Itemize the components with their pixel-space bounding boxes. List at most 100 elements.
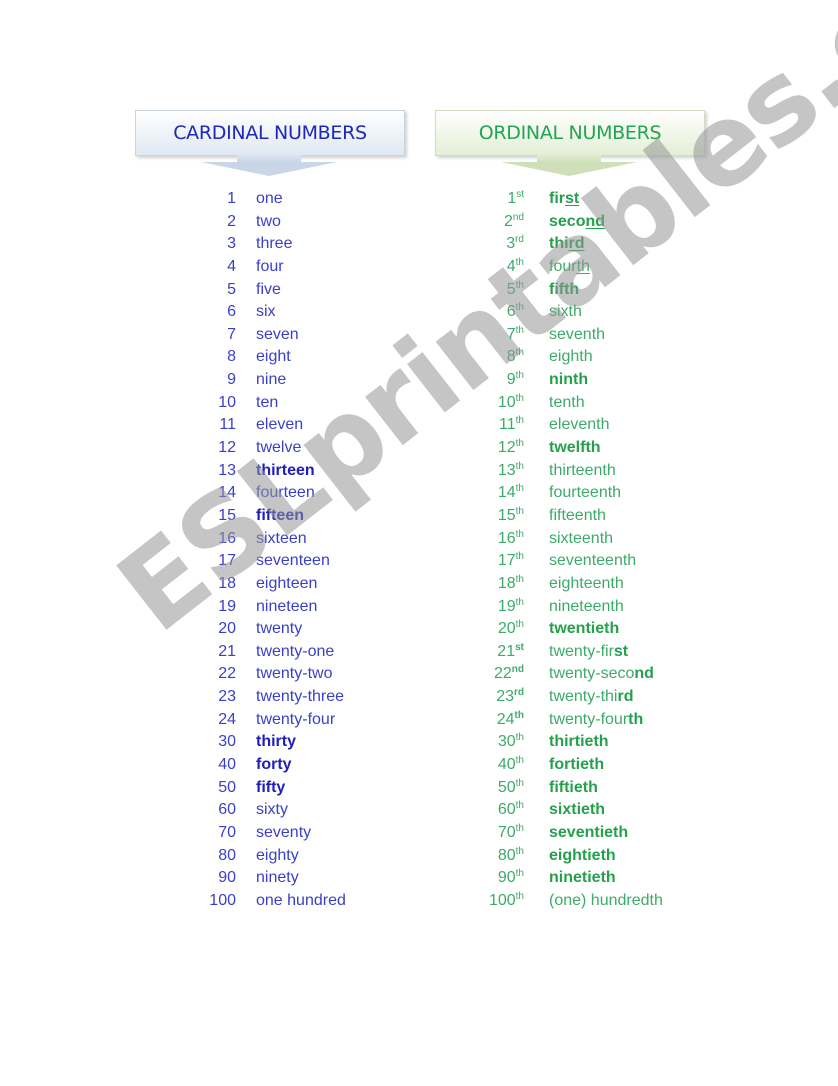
cardinal-word: thirteen (256, 461, 315, 479)
cardinal-word: three (256, 235, 293, 253)
ordinal-row: 7th seventh (470, 324, 605, 347)
ordinal-suffix: rd (514, 687, 524, 699)
ordinal-digits: 50 (497, 778, 516, 796)
cardinal-number: 16 (218, 529, 236, 547)
ordinal-suffix: th (515, 800, 524, 812)
cardinal-word: fourteen (256, 484, 315, 502)
ordinal-digits: 23 (496, 688, 514, 706)
ordinal-digits: 1 (507, 190, 517, 207)
ordinal-suffix: th (515, 573, 524, 585)
cardinal-word: ten (256, 393, 279, 411)
ordinal-digits: 70 (497, 823, 516, 841)
ordinal-word-part: four (549, 257, 577, 275)
ordinal-suffix: th (515, 415, 524, 427)
ordinal-word-part: seventh (549, 325, 606, 343)
ordinal-row: 22nd twenty-second (470, 663, 654, 686)
ordinal-digits: 30 (497, 733, 516, 751)
ordinal-word-part: thi (549, 235, 569, 253)
cardinal-word: five (256, 280, 281, 298)
ordinal-header-label: ORDINAL NUMBERS (478, 122, 662, 144)
ordinal-word: thirtieth (549, 731, 609, 754)
ordinal-digits: 9 (506, 371, 516, 389)
ordinal-word-part: st (565, 190, 580, 207)
ordinal-word: fifth (549, 279, 579, 302)
cardinal-word: one hundred (256, 891, 346, 909)
ordinal-number: 22nd (470, 663, 524, 686)
ordinal-word: fourth (549, 256, 590, 279)
ordinal-digits: 6 (506, 303, 516, 321)
ordinal-word: second (549, 211, 605, 234)
ordinal-word-part: fir (549, 190, 565, 207)
ordinal-suffix: th (515, 483, 524, 495)
ordinal-word: fiftieth (549, 777, 598, 800)
cardinal-row: 10 ten (200, 392, 278, 415)
ordinal-word: tenth (549, 392, 585, 415)
ordinal-number: 40th (470, 754, 524, 777)
cardinal-row: 11 eleven (200, 414, 303, 437)
ordinal-word-part: seventieth (549, 823, 629, 841)
cardinal-number: 100 (209, 891, 236, 909)
ordinal-word-part: sixth (549, 303, 582, 321)
ordinal-word: twenty-first (549, 641, 628, 664)
ordinal-number: 12th (470, 437, 524, 460)
cardinal-row: 24 twenty-four (200, 709, 335, 732)
ordinal-number: 13th (470, 460, 524, 483)
ordinal-digits: 21 (497, 642, 516, 660)
ordinal-word-part: twentieth (549, 620, 620, 638)
cardinal-number: 15 (218, 506, 236, 524)
ordinal-number: 1st (470, 188, 524, 211)
cardinal-row: 19 nineteen (200, 596, 317, 619)
ordinal-digits: 14 (497, 484, 516, 502)
ordinal-row: 18th eighteenth (470, 573, 624, 596)
cardinal-number: 10 (218, 393, 236, 411)
ordinal-suffix: th (515, 551, 524, 563)
ordinal-number: 50th (470, 777, 524, 800)
ordinal-row: 3rd third (470, 233, 584, 256)
ordinal-number: 30th (470, 731, 524, 754)
ordinal-suffix: th (515, 256, 524, 268)
ordinal-digits: 40 (497, 756, 516, 774)
ordinal-number: 5th (470, 279, 524, 302)
cardinal-row: 21 twenty-one (200, 641, 334, 664)
ordinal-suffix: th (515, 438, 524, 450)
ordinal-word: eightieth (549, 845, 616, 868)
ordinal-number: 11th (470, 414, 524, 437)
cardinal-number: 22 (218, 665, 236, 683)
cardinal-row: 4 four (200, 256, 283, 279)
ordinal-digits: 7 (506, 325, 516, 343)
ordinal-suffix: th (515, 302, 524, 314)
ordinal-word-part: rd (617, 688, 634, 706)
ordinal-row: 80th eightieth (470, 845, 616, 868)
ordinal-word-part: twenty-thi (549, 688, 618, 706)
ordinal-word: sixth (549, 301, 582, 324)
ordinal-word: thirteenth (549, 460, 616, 483)
ordinal-numbers-header: ORDINAL NUMBERS (435, 110, 705, 156)
cardinal-down-arrow-icon (201, 162, 337, 176)
cardinal-word: nine (256, 371, 287, 389)
cardinal-row: 80 eighty (200, 845, 299, 868)
ordinal-row: 20th twentieth (470, 618, 619, 641)
cardinal-row: 1 one (200, 188, 283, 211)
cardinal-number: 11 (219, 416, 236, 434)
ordinal-word-part: seventeenth (549, 552, 637, 570)
cardinal-number: 17 (218, 552, 236, 570)
ordinal-number: 3rd (470, 233, 524, 256)
ordinal-row: 9th ninth (470, 369, 588, 392)
ordinal-digits: 100 (488, 891, 516, 909)
cardinal-row: 16 sixteen (200, 528, 307, 551)
cardinal-word: eighty (256, 846, 299, 864)
ordinal-number: 17th (470, 550, 524, 573)
ordinal-row: 90th ninetieth (470, 867, 616, 890)
cardinal-row: 30 thirty (200, 731, 296, 754)
ordinal-word-part: st (613, 642, 629, 660)
cardinal-word: ninety (256, 869, 299, 887)
ordinal-digits: 2 (503, 212, 513, 230)
ordinal-number: 20th (470, 618, 524, 641)
cardinal-word: twenty (256, 620, 303, 638)
ordinal-digits: 90 (497, 869, 516, 887)
ordinal-row: 12th twelfth (470, 437, 601, 460)
cardinal-row: 50 fifty (200, 777, 285, 800)
ordinal-word-part: tenth (549, 393, 585, 411)
ordinal-word-part: thirtieth (549, 733, 609, 751)
ordinal-word: twenty-fourth (549, 709, 643, 732)
